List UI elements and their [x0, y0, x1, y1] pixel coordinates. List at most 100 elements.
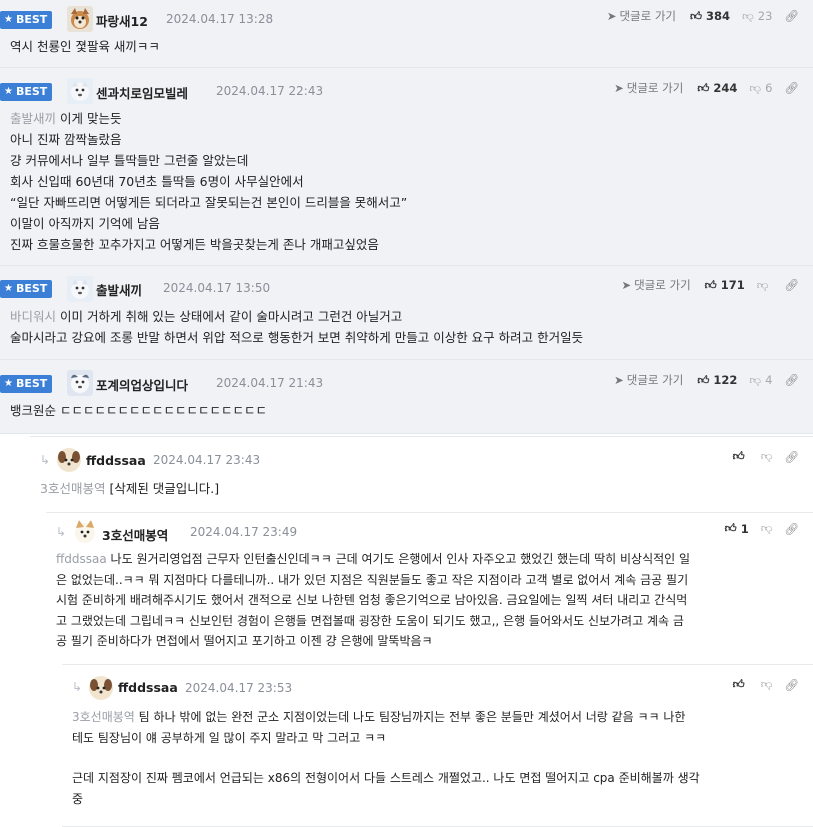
best-badge: ★ BEST	[0, 375, 53, 393]
comment-line: 중	[72, 791, 84, 806]
comment-line: 뱅크원순 ㄷㄷㄷㄷㄷㄷㄷㄷㄷㄷㄷㄷㄷㄷㄷㄷㄷㄷ	[10, 403, 267, 418]
send-icon: ➤	[614, 373, 624, 387]
thumbs-down-icon: 👎︎	[749, 80, 762, 95]
best-badge: ★ BEST	[0, 11, 53, 29]
thumbs-down-icon: 👎︎	[749, 372, 762, 387]
best-comment: ★ BEST 출발새끼 2024.04.17 13:50 ➤ 댓글로 가기 👍︎ 17…	[0, 266, 813, 360]
link-icon[interactable]: 🔗︎	[784, 9, 799, 23]
downvote-button[interactable]: 👎︎	[757, 278, 773, 293]
comment-line: 출발새끼 이게 맞는듯	[10, 111, 122, 126]
comment-actions: ➤ 댓글로 가기 👍︎ 122 👎︎ 4 🔗︎	[614, 372, 799, 388]
downvote-button[interactable]: 👎︎	[761, 521, 773, 536]
upvote-button[interactable]: 👍︎ 244	[697, 81, 737, 96]
comment-line: 은 없었는데..ㅋㅋ 뭐 지점마다 다를테니까.. 내가 있던 지점은 직원분들…	[56, 572, 689, 587]
comment-body: 3호선매봉역 [삭제된 댓글입니다.]	[40, 478, 219, 499]
comment-date: 2024.04.17 13:50	[163, 281, 271, 295]
link-icon[interactable]: 🔗︎	[784, 522, 799, 536]
reply-comment: ↳ 3호선매봉역 2024.04.17 23:49 👍︎ 1 👎︎ 🔗︎ ffdd…	[46, 512, 813, 664]
avatar[interactable]	[67, 6, 93, 32]
upvote-button[interactable]: 👍︎	[733, 677, 749, 692]
avatar[interactable]	[67, 78, 93, 104]
comment-date: 2024.04.17 23:43	[153, 453, 261, 467]
nickname[interactable]: 포계의업상입니다	[96, 375, 188, 394]
link-icon[interactable]: 🔗︎	[784, 278, 799, 292]
comment-line: 회사 신입때 60년대 70년초 틀딱들 6명이 사무실안에서	[10, 174, 304, 189]
comment-line: 역시 천룡인 졏팔육 새끼ㅋㅋ	[10, 39, 160, 54]
best-badge: ★ BEST	[0, 280, 53, 298]
comment-body: 역시 천룡인 졏팔육 새끼ㅋㅋ	[10, 36, 160, 57]
reply-arrow-icon: ↳	[56, 525, 67, 539]
comment-line: 3호선매봉역 [삭제된 댓글입니다.]	[40, 481, 220, 496]
thumbs-up-icon: 👍︎	[704, 277, 717, 292]
thumbs-up-icon: 👍︎	[732, 677, 745, 691]
comment-actions: ➤ 댓글로 가기 👍︎ 384 👎︎ 23 🔗︎	[607, 8, 799, 24]
best-badge: ★ BEST	[0, 83, 53, 101]
comment-line: 바디워시 이미 거하게 취해 있는 상태에서 같이 술마시려고 그런건 아닐거고	[10, 309, 403, 324]
thumbs-up-icon: 👍︎	[697, 372, 710, 387]
comment-actions: ➤ 댓글로 가기 👍︎ 244 👎︎ 6 🔗︎	[614, 80, 799, 96]
thumbs-down-icon: 👎︎	[742, 8, 754, 23]
upvote-button[interactable]: 👍︎ 384	[690, 9, 730, 24]
nickname[interactable]: 센과치로임모빌레	[96, 83, 188, 102]
link-icon[interactable]: 🔗︎	[784, 678, 799, 692]
thumbs-down-icon: 👎︎	[760, 521, 773, 535]
mention-link[interactable]: 3호선매봉역	[40, 481, 105, 496]
link-icon[interactable]: 🔗︎	[784, 373, 799, 387]
send-icon: ➤	[614, 81, 624, 95]
comment-line: 진짜 흐물흐물한 꼬추가지고 어떻게든 박을곳찾는게 존나 개패고싶었음	[10, 237, 379, 252]
comment-date: 2024.04.17 23:53	[185, 681, 293, 695]
downvote-button[interactable]: 👎︎ 4	[749, 373, 772, 388]
nickname[interactable]: 3호선매봉역	[102, 525, 168, 544]
comment-line: 3호선매봉역 팀 하나 밖에 없는 완전 군소 지점이었는데 나도 팀장님까지는…	[72, 710, 686, 724]
mention-link[interactable]: ffddssaa	[56, 552, 107, 566]
star-icon: ★	[4, 86, 13, 97]
comment-actions: 👍︎ 👎︎ 🔗︎	[733, 677, 799, 692]
link-icon[interactable]: 🔗︎	[784, 81, 799, 95]
goto-reply-link[interactable]: ➤ 댓글로 가기	[614, 372, 683, 388]
reply-arrow-icon: ↳	[40, 453, 51, 467]
downvote-button[interactable]: 👎︎	[761, 677, 773, 692]
thumbs-up-icon: 👍︎	[724, 521, 737, 535]
nickname[interactable]: 출발새끼	[96, 280, 142, 299]
avatar[interactable]	[88, 675, 114, 701]
downvote-button[interactable]: 👎︎	[761, 449, 773, 464]
goto-reply-link[interactable]: ➤ 댓글로 가기	[614, 80, 683, 96]
upvote-button[interactable]: 👍︎ 122	[697, 373, 737, 388]
downvote-button[interactable]: 👎︎ 6	[749, 81, 772, 96]
best-comment: ★ BEST 파랑새12 2024.04.17 13:28 ➤ 댓글로 가기 👍︎ 3…	[0, 0, 813, 68]
nickname[interactable]: ffddssaa	[118, 680, 178, 695]
star-icon: ★	[4, 378, 13, 389]
upvote-button[interactable]: 👍︎ 1	[725, 521, 749, 536]
mention-link[interactable]: 바디워시	[10, 309, 56, 324]
comment-body: 3호선매봉역 팀 하나 밖에 없는 완전 군소 지점이었는데 나도 팀장님까지는…	[72, 707, 807, 809]
comment-line: 시험 준비하게 배려해주시기도 했어서 갠적으로 신보 나한텐 엄청 좋은기억으…	[56, 593, 688, 607]
goto-reply-link[interactable]: ➤ 댓글로 가기	[607, 8, 676, 24]
nickname[interactable]: ffddssaa	[86, 453, 146, 468]
link-icon[interactable]: 🔗︎	[784, 450, 799, 464]
goto-reply-link[interactable]: ➤ 댓글로 가기	[621, 277, 690, 293]
downvote-button[interactable]: 👎︎ 23	[742, 9, 772, 24]
mention-link[interactable]: 출발새끼	[10, 111, 56, 126]
reply-comment: ↳ ffddssaa 2024.04.17 23:43 👍︎ 👎︎ 🔗︎ 3호선…	[30, 436, 813, 512]
upvote-button[interactable]: 👍︎	[733, 449, 749, 464]
comment-body: 출발새끼 이게 맞는듯 아니 진짜 깜짝놀랐음 걍 커뮤에서나 일부 틀딱들만 …	[10, 108, 800, 255]
comment-line: 술마시라고 강요에 조롱 반말 하면서 위압 적으로 행동한거 보면 취약하게 …	[10, 330, 584, 345]
thumbs-up-icon: 👍︎	[697, 80, 710, 95]
send-icon: ➤	[606, 9, 617, 23]
avatar[interactable]	[67, 370, 93, 396]
comment-body: ffddssaa 나도 원거리영업점 근무자 인턴출신인데ㅋㅋ 근데 여기도 은…	[56, 549, 806, 652]
comment-line: 테도 팀장님이 얘 공부하게 일 많이 주지 말라고 막 그러고 ㅋㅋ	[72, 730, 387, 745]
comment-date: 2024.04.17 21:43	[216, 376, 324, 390]
comment-line: 아니 진짜 깜짝놀랐음	[10, 132, 122, 147]
best-comment: ★ BEST 센과치로임모빌레 2024.04.17 22:43 ➤ 댓글로 가기 …	[0, 68, 813, 266]
star-icon: ★	[4, 283, 13, 294]
nickname[interactable]: 파랑새12	[96, 11, 148, 30]
avatar[interactable]	[72, 519, 98, 545]
avatar[interactable]	[56, 447, 82, 473]
avatar[interactable]	[67, 276, 93, 302]
comment-line: 이말이 아직까지 기억에 남음	[10, 216, 160, 231]
thumbs-down-icon: 👎︎	[760, 449, 773, 463]
mention-link[interactable]: 3호선매봉역	[72, 710, 135, 724]
send-icon: ➤	[621, 278, 632, 292]
upvote-button[interactable]: 👍︎ 171	[705, 278, 745, 293]
